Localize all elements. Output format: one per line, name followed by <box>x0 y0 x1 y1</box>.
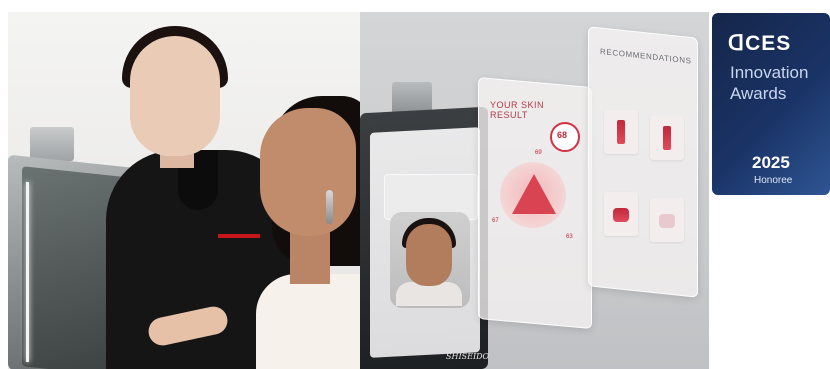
skin-result-title: YOUR SKIN RESULT <box>490 100 545 120</box>
product-card <box>604 110 638 154</box>
customer-neck <box>290 228 330 284</box>
product-card <box>650 116 684 160</box>
product-card <box>604 192 638 236</box>
consultation-photo <box>8 12 360 369</box>
earring <box>326 190 333 224</box>
product-bottle-icon <box>617 120 625 144</box>
product-jar-icon <box>659 214 675 228</box>
product-jar-icon <box>613 208 629 222</box>
customer-blouse <box>256 274 360 369</box>
badge-year: 2025 <box>752 153 790 172</box>
skin-score: 68 <box>557 130 568 140</box>
product-card <box>650 198 684 242</box>
device-render: SHISEIDO YOUR SKIN RESULT 68 69 67 63 RE… <box>360 12 709 369</box>
ces-logo: ᗡCES <box>728 32 792 55</box>
product-bottle-icon <box>663 126 671 150</box>
face-capture <box>406 224 452 286</box>
brand-logo: SHISEIDO <box>446 352 490 361</box>
ces-innovation-award-badge: ᗡCES Innovation Awards 2025 Honoree <box>712 13 830 195</box>
side-score-right: 63 <box>566 234 573 240</box>
side-score-left: 67 <box>492 218 499 224</box>
customer-face <box>260 108 356 236</box>
kiosk-camera <box>30 127 74 161</box>
skin-chart-triangle <box>512 174 556 214</box>
staff-face <box>130 36 220 156</box>
recommendations-panel <box>588 26 698 298</box>
badge-awards: Awards <box>730 84 787 103</box>
badge-innovation: Innovation <box>730 63 809 82</box>
badge-honoree: Honoree <box>754 175 793 186</box>
kiosk-light-left <box>26 181 29 363</box>
skin-score-small: 69 <box>535 150 542 156</box>
staff-badge-stripe <box>218 234 260 238</box>
